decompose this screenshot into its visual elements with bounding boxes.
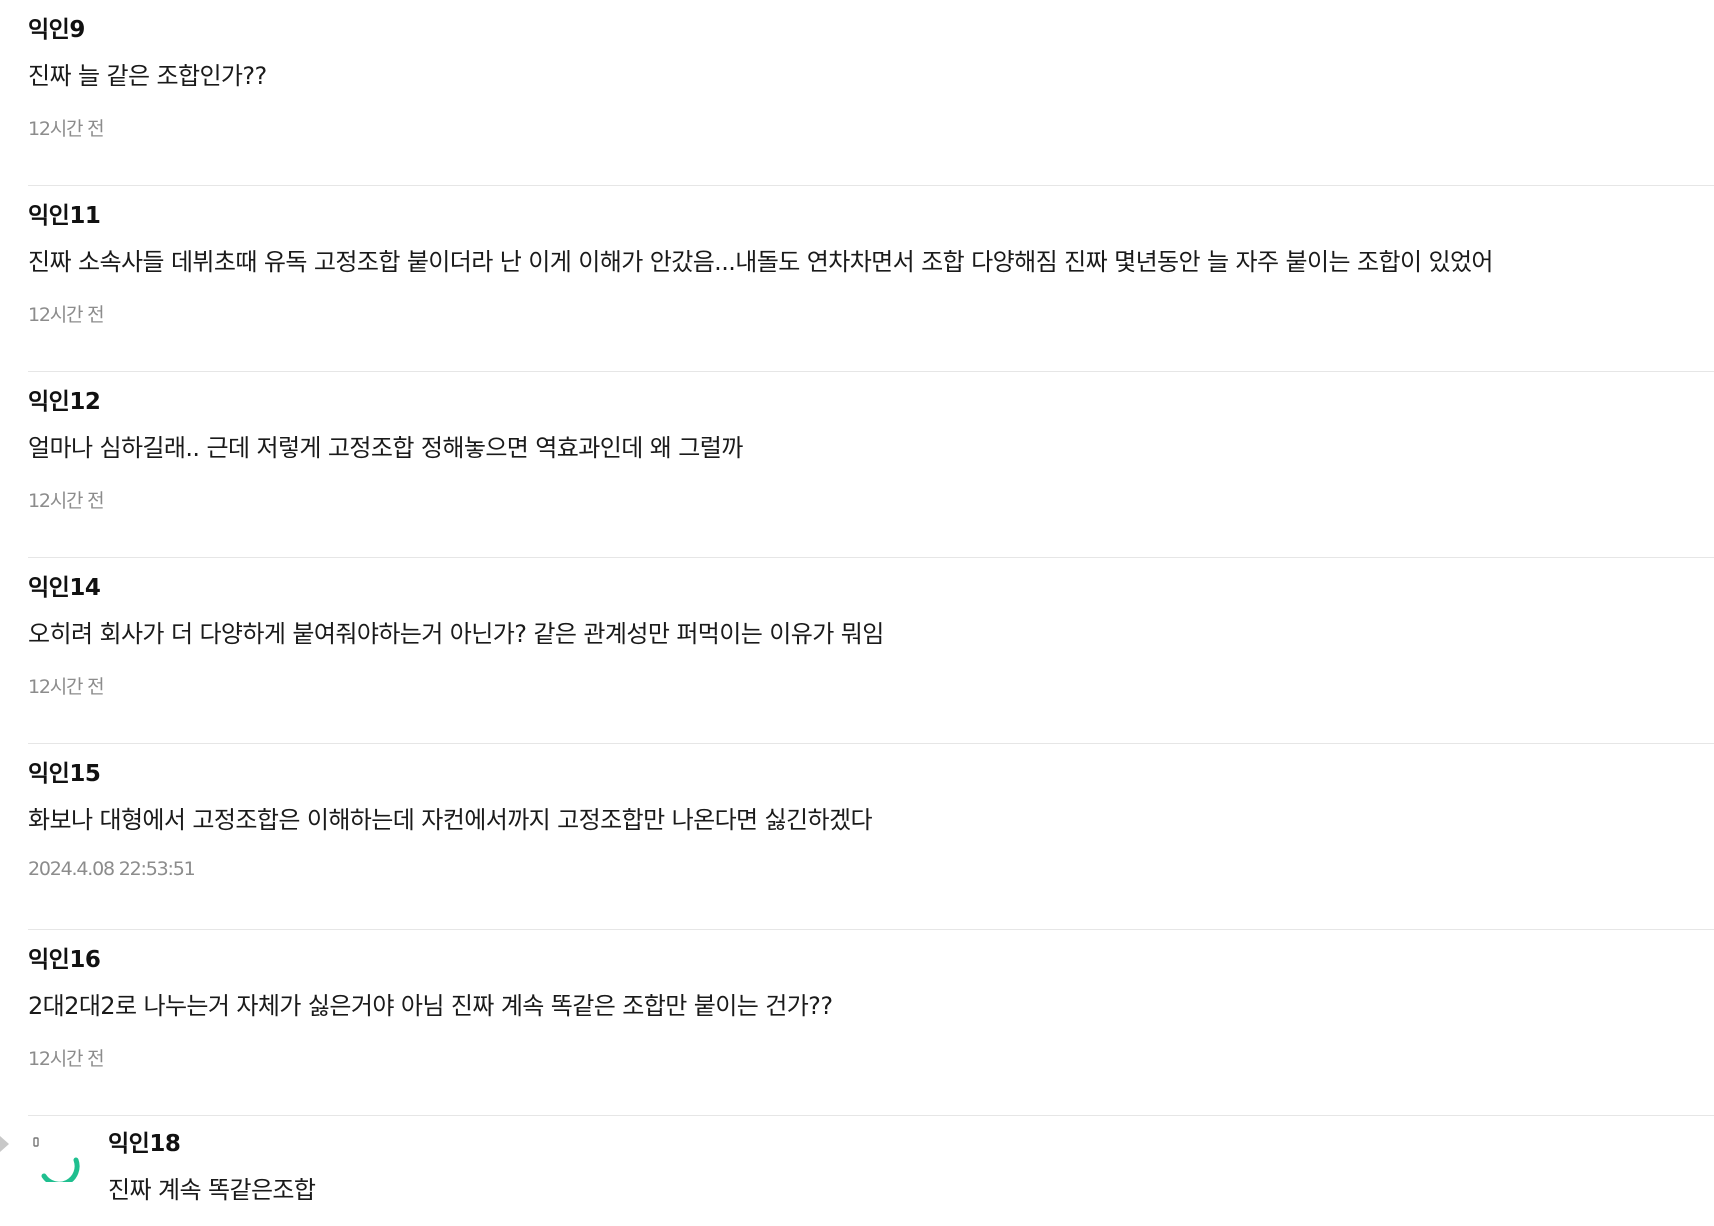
- spinner-svg: [33, 1137, 80, 1187]
- spinner-notch: [33, 1137, 39, 1147]
- loading-spinner-icon: [28, 1122, 88, 1187]
- comment-item: 익인14 오히려 회사가 더 다양하게 붙여줘야하는거 아닌가? 같은 관계성만…: [28, 558, 1714, 744]
- comment-timestamp: 12시간 전: [28, 118, 105, 140]
- comment-body: 진짜 소속사들 데뷔초때 유독 고정조합 붙이더라 난 이게 이해가 안갔음..…: [28, 248, 1494, 276]
- comment-body: 오히려 회사가 더 다양하게 붙여줘야하는거 아닌가? 같은 관계성만 퍼먹이는…: [28, 620, 884, 648]
- comment-author[interactable]: 익인9: [28, 10, 85, 44]
- comment-body: 2대2대2로 나누는거 자체가 싫은거야 아님 진짜 계속 똑같은 조합만 붙이…: [28, 992, 833, 1020]
- comment-author[interactable]: 익인14: [28, 568, 101, 602]
- comment-body: 얼마나 심하길래.. 근데 저렇게 고정조합 정해놓으면 역효과인데 왜 그럴까: [28, 434, 743, 462]
- comment-author[interactable]: 익인11: [28, 196, 101, 230]
- comment-timestamp: 12시간 전: [28, 304, 105, 326]
- comment-timestamp: 12시간 전: [28, 490, 105, 512]
- comment-author[interactable]: 익인18: [108, 1124, 181, 1158]
- comment-author[interactable]: 익인12: [28, 382, 101, 416]
- reply-comment-item: 익인18 진짜 계속 똑같은조합: [0, 1112, 1714, 1226]
- comment-timestamp: 12시간 전: [28, 676, 105, 698]
- comment-item: 익인12 얼마나 심하길래.. 근데 저렇게 고정조합 정해놓으면 역효과인데 …: [28, 372, 1714, 558]
- comment-body: 진짜 늘 같은 조합인가??: [28, 62, 267, 90]
- comment-item: 익인9 진짜 늘 같은 조합인가?? 12시간 전: [28, 0, 1714, 186]
- comment-author[interactable]: 익인15: [28, 754, 101, 788]
- comment-item: 익인11 진짜 소속사들 데뷔초때 유독 고정조합 붙이더라 난 이게 이해가 …: [28, 186, 1714, 372]
- comment-timestamp: 12시간 전: [28, 1048, 105, 1070]
- comment-item: 익인15 화보나 대형에서 고정조합은 이해하는데 자컨에서까지 고정조합만 나…: [28, 744, 1714, 930]
- comment-body: 화보나 대형에서 고정조합은 이해하는데 자컨에서까지 고정조합만 나온다면 싫…: [28, 806, 873, 834]
- comment-timestamp: 2024.4.08 22:53:51: [28, 858, 196, 880]
- comment-author[interactable]: 익인16: [28, 940, 101, 974]
- comment-body: 진짜 계속 똑같은조합: [108, 1176, 316, 1204]
- comment-item: 익인16 2대2대2로 나누는거 자체가 싫은거야 아님 진짜 계속 똑같은 조…: [28, 930, 1714, 1116]
- spinner-arc: [41, 1157, 80, 1187]
- reply-arrow-icon: [0, 1136, 9, 1152]
